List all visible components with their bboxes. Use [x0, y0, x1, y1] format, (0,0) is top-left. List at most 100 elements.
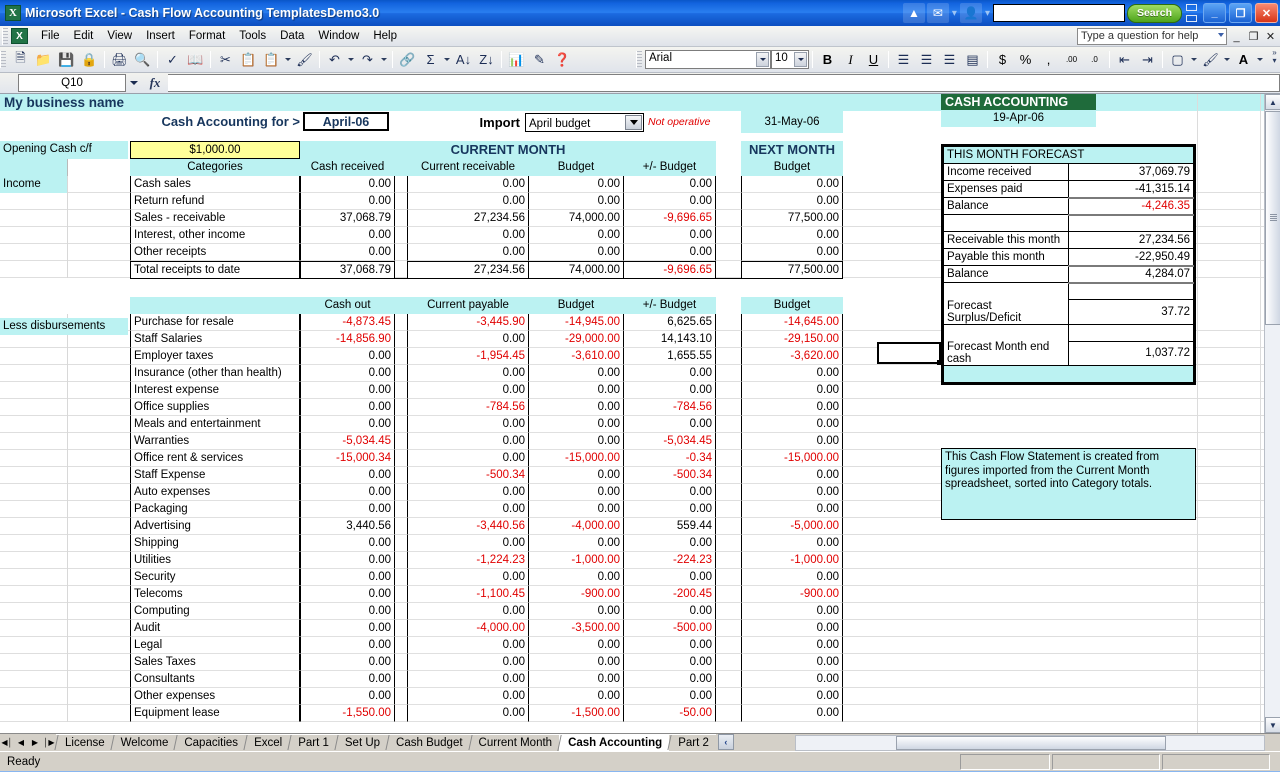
font-name-chevron-down-icon[interactable] [756, 52, 769, 67]
font-name-combobox[interactable]: Arial [645, 50, 771, 69]
increase-indent-icon[interactable]: ⇥ [1136, 49, 1159, 71]
sort-ascending-icon[interactable]: A↓ [452, 49, 475, 71]
cell-next-expense-21[interactable]: 0.00 [741, 671, 843, 688]
cell-budget-income-2[interactable]: 74,000.00 [529, 210, 623, 227]
cell-rec-income-4[interactable]: 0.00 [407, 244, 529, 261]
close-button[interactable]: ✕ [1255, 3, 1278, 23]
cell-budget-expense-17[interactable]: 0.00 [529, 603, 623, 620]
horizontal-scrollbar[interactable] [795, 735, 1265, 751]
cell-budget-expense-11[interactable]: 0.00 [529, 501, 623, 518]
cell-next-expense-14[interactable]: -1,000.00 [741, 552, 843, 569]
cell-budget-expense-2[interactable]: -3,610.00 [529, 348, 623, 365]
cell-budget-expense-3[interactable]: 0.00 [529, 365, 623, 382]
cell-var-expense-6[interactable]: 0.00 [623, 416, 716, 433]
font-color-icon[interactable]: A [1232, 49, 1255, 71]
cell-cash-expense-1[interactable]: -14,856.90 [300, 331, 395, 348]
cell-cash-expense-20[interactable]: 0.00 [300, 654, 395, 671]
cell-var-income-0[interactable]: 0.00 [623, 176, 716, 193]
cell-budget-expense-1[interactable]: -29,000.00 [529, 331, 623, 348]
cell-var-income-2[interactable]: -9,696.65 [623, 210, 716, 227]
cell-rec-income-0[interactable]: 0.00 [407, 176, 529, 193]
cell-rec-income-2[interactable]: 27,234.56 [407, 210, 529, 227]
underline-button[interactable]: U [862, 49, 885, 71]
cell-cash-expense-19[interactable]: 0.00 [300, 637, 395, 654]
workbook-restore-button[interactable]: ❐ [1246, 29, 1261, 45]
menu-view[interactable]: View [100, 28, 139, 44]
cell-category-expense-4[interactable]: Interest expense [130, 382, 300, 399]
previous-sheet-button[interactable]: ◀ [14, 734, 28, 750]
workbook-minimize-button[interactable]: _ [1229, 29, 1244, 45]
import-select-chevron-down-icon[interactable] [625, 115, 642, 130]
cell-next-expense-6[interactable]: 0.00 [741, 416, 843, 433]
cell-budget-income-1[interactable]: 0.00 [529, 193, 623, 210]
autosum-chevron-down-icon[interactable] [442, 49, 452, 71]
cut-scissors-icon[interactable]: ✂ [214, 49, 237, 71]
cell-rec-expense-6[interactable]: 0.00 [407, 416, 529, 433]
cell-next-income-4[interactable]: 0.00 [741, 244, 843, 261]
cell-category-expense-5[interactable]: Office supplies [130, 399, 300, 416]
align-left-icon[interactable]: ☰ [892, 49, 915, 71]
cell-var-expense-7[interactable]: -5,034.45 [623, 433, 716, 450]
cell-next-expense-17[interactable]: 0.00 [741, 603, 843, 620]
menu-tools[interactable]: Tools [232, 28, 273, 44]
cell-var-expense-9[interactable]: -500.34 [623, 467, 716, 484]
tab-scroll-right-button[interactable]: ‹ [718, 734, 734, 750]
dropdown-arrow-icon-2[interactable]: ▾ [984, 8, 991, 19]
cell-var-expense-18[interactable]: -500.00 [623, 620, 716, 637]
cell-cash-expense-22[interactable]: 0.00 [300, 688, 395, 705]
fill-handle[interactable] [937, 360, 942, 365]
chart-wizard-icon[interactable]: 📊 [505, 49, 528, 71]
sheet-tab-welcome[interactable]: Welcome [112, 734, 176, 750]
cell-category-expense-19[interactable]: Legal [130, 637, 300, 654]
percent-style-button[interactable]: % [1014, 49, 1037, 71]
cell-budget-expense-21[interactable]: 0.00 [529, 671, 623, 688]
cell-rec-income-total[interactable]: 27,234.56 [407, 261, 529, 278]
cell-budget-expense-18[interactable]: -3,500.00 [529, 620, 623, 637]
cell-var-income-3[interactable]: 0.00 [623, 227, 716, 244]
insert-function-icon[interactable]: fx [142, 74, 168, 92]
menu-file[interactable]: File [34, 28, 67, 44]
scroll-up-button[interactable]: ▲ [1265, 94, 1280, 110]
cell-rec-expense-12[interactable]: -3,440.56 [407, 518, 529, 535]
cell-budget-expense-7[interactable]: 0.00 [529, 433, 623, 450]
formula-input[interactable] [168, 74, 1280, 92]
cell-next-expense-3[interactable]: 0.00 [741, 365, 843, 382]
search-button[interactable]: Search [1127, 4, 1182, 23]
print-preview-icon[interactable]: 🔍 [131, 49, 154, 71]
cell-rec-expense-4[interactable]: 0.00 [407, 382, 529, 399]
cell-cash-income-4[interactable]: 0.00 [300, 244, 395, 261]
save-icon[interactable]: 💾 [55, 49, 78, 71]
cell-var-expense-1[interactable]: 14,143.10 [623, 331, 716, 348]
cell-rec-expense-3[interactable]: 0.00 [407, 365, 529, 382]
cell-var-expense-19[interactable]: 0.00 [623, 637, 716, 654]
cell-next-expense-15[interactable]: 0.00 [741, 569, 843, 586]
cell-category-expense-12[interactable]: Advertising [130, 518, 300, 535]
cell-category-expense-2[interactable]: Employer taxes [130, 348, 300, 365]
fill-color-icon[interactable]: 🖌 [1199, 49, 1222, 71]
cell-cash-expense-11[interactable]: 0.00 [300, 501, 395, 518]
cell-budget-expense-19[interactable]: 0.00 [529, 637, 623, 654]
cell-var-expense-2[interactable]: 1,655.55 [623, 348, 716, 365]
font-size-chevron-down-icon[interactable] [794, 52, 807, 67]
cell-next-expense-7[interactable]: 0.00 [741, 433, 843, 450]
cell-next-income-0[interactable]: 0.00 [741, 176, 843, 193]
cell-next-expense-23[interactable]: 0.00 [741, 705, 843, 722]
paste-icon[interactable]: 📋 [260, 49, 283, 71]
cell-rec-expense-9[interactable]: -500.34 [407, 467, 529, 484]
sheet-tab-cash-budget[interactable]: Cash Budget [387, 734, 470, 750]
cell-category-expense-20[interactable]: Sales Taxes [130, 654, 300, 671]
cell-next-expense-19[interactable]: 0.00 [741, 637, 843, 654]
cell-category-expense-22[interactable]: Other expenses [130, 688, 300, 705]
cell-var-expense-8[interactable]: -0.34 [623, 450, 716, 467]
spelling-check-icon[interactable]: ✓ [161, 49, 184, 71]
cell-next-expense-10[interactable]: 0.00 [741, 484, 843, 501]
cell-var-expense-21[interactable]: 0.00 [623, 671, 716, 688]
cell-category-expense-13[interactable]: Shipping [130, 535, 300, 552]
messenger-icon[interactable]: ▲ [903, 3, 925, 23]
vertical-scrollbar[interactable]: ▲ ▼ [1264, 94, 1280, 733]
import-select[interactable]: April budget [525, 113, 644, 132]
comma-style-button[interactable]: , [1037, 49, 1060, 71]
cell-next-income-2[interactable]: 77,500.00 [741, 210, 843, 227]
cell-rec-expense-22[interactable]: 0.00 [407, 688, 529, 705]
cell-category-income-0[interactable]: Cash sales [130, 176, 300, 193]
